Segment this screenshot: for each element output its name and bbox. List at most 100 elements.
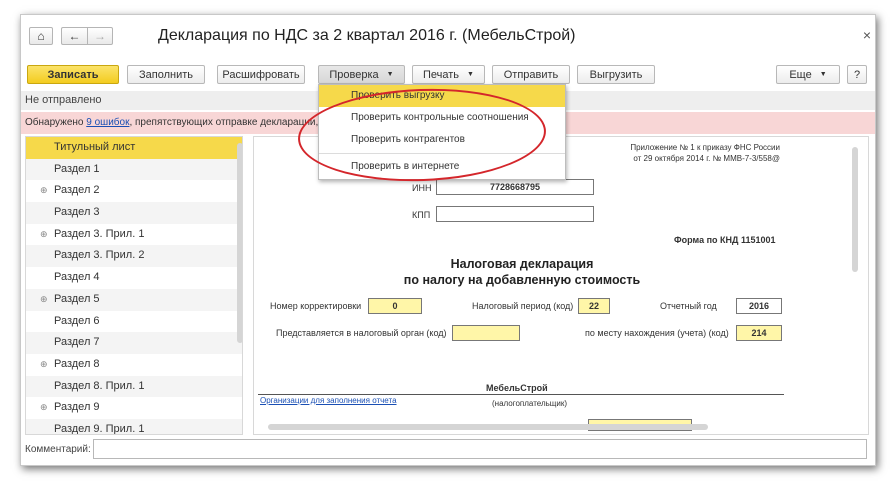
kpp-field[interactable] — [436, 206, 594, 222]
form-vertical-scrollbar[interactable] — [852, 147, 858, 272]
save-button-label: Записать — [47, 68, 99, 81]
menu-item-check-online[interactable]: Проверить в интернете — [319, 156, 565, 178]
tree-item-label: Раздел 3. Прил. 2 — [54, 249, 145, 262]
organization-name: МебельСтрой — [486, 383, 548, 393]
home-button[interactable]: ⌂ — [29, 27, 53, 45]
tree-item-section-1[interactable]: Раздел 1 — [26, 158, 242, 181]
menu-separator — [319, 153, 565, 154]
organization-underline — [258, 394, 784, 395]
save-button[interactable]: Записать — [27, 65, 119, 84]
tree-item-title-page[interactable]: Титульный лист — [26, 137, 242, 159]
back-button[interactable]: ← — [61, 27, 87, 45]
title-bar: ⌂ ← → Декларация по НДС за 2 квартал 201… — [21, 15, 875, 59]
window-title: Декларация по НДС за 2 квартал 2016 г. (… — [158, 27, 576, 44]
forward-button[interactable]: → — [87, 27, 113, 45]
tree-item-label: Раздел 9. Прил. 1 — [54, 422, 145, 435]
tree-item-section-3-app-1[interactable]: ⊕ Раздел 3. Прил. 1 — [26, 224, 242, 246]
tree-item-label: Раздел 4 — [54, 271, 100, 284]
tree-scrollbar[interactable] — [237, 143, 242, 343]
expand-icon[interactable]: ⊕ — [40, 224, 48, 246]
tree-item-label: Раздел 8 — [54, 357, 100, 370]
error-suffix: , препятствующих отправке декларации, и — [129, 117, 327, 128]
tree-item-section-3-app-2[interactable]: Раздел 3. Прил. 2 — [26, 245, 242, 268]
tree-item-label: Раздел 9 — [54, 401, 100, 414]
period-field[interactable]: 22 — [578, 298, 610, 314]
menu-item-check-control-ratios[interactable]: Проверить контрольные соотношения — [319, 107, 565, 129]
tree-item-section-2[interactable]: ⊕ Раздел 2 — [26, 180, 242, 202]
location-field[interactable]: 214 — [736, 325, 782, 341]
fill-button[interactable]: Заполнить — [127, 65, 205, 84]
year-label: Отчетный год — [660, 301, 717, 311]
correction-field[interactable]: 0 — [368, 298, 422, 314]
expand-icon[interactable]: ⊕ — [40, 289, 48, 311]
chevron-down-icon: ▼ — [819, 71, 827, 78]
correction-label: Номер корректировки — [270, 301, 362, 311]
decode-button-label: Расшифровать — [222, 68, 300, 81]
close-icon[interactable]: × — [863, 27, 871, 43]
tree-item-label: Раздел 1 — [54, 162, 100, 175]
expand-icon[interactable]: ⊕ — [40, 354, 48, 376]
form-horizontal-scrollbar[interactable] — [268, 424, 708, 430]
comment-label: Комментарий: — [25, 444, 91, 455]
tree-item-section-9-app-1[interactable]: Раздел 9. Прил. 1 — [26, 418, 242, 435]
tree-item-section-6[interactable]: Раздел 6 — [26, 311, 242, 333]
more-button[interactable]: Еще ▼ — [776, 65, 840, 84]
tree-item-section-7[interactable]: Раздел 7 — [26, 332, 242, 354]
kpp-label: КПП — [412, 210, 431, 220]
error-prefix: Обнаружено — [25, 117, 87, 128]
tree-item-label: Раздел 5 — [54, 292, 100, 305]
check-dropdown-menu: Проверить выгрузку Проверить контрольные… — [318, 84, 566, 180]
authority-label: Представляется в налоговый орган (код) — [276, 328, 447, 338]
expand-icon[interactable]: ⊕ — [40, 397, 48, 419]
appendix-line-2: от 29 октября 2014 г. № ММВ-7-3/558@ — [633, 154, 780, 163]
location-label: по месту нахождения (учета) (код) — [585, 328, 729, 338]
check-button[interactable]: Проверка ▼ — [318, 65, 405, 84]
send-button-label: Отправить — [503, 68, 559, 81]
period-label: Налоговый период (код) — [472, 301, 574, 311]
inn-field[interactable]: 7728668795 — [436, 179, 594, 195]
print-button-label: Печать — [423, 68, 460, 81]
help-icon: ? — [853, 68, 861, 81]
authority-field[interactable] — [452, 325, 520, 341]
print-button[interactable]: Печать ▼ — [412, 65, 485, 84]
tree-item-section-9[interactable]: ⊕ Раздел 9 — [26, 397, 242, 419]
tree-item-section-5[interactable]: ⊕ Раздел 5 — [26, 288, 242, 311]
taxpayer-label: (налогоплательщик) — [492, 399, 568, 408]
tree-item-label: Титульный лист — [54, 141, 136, 153]
organization-link[interactable]: Организации для заполнения отчета — [260, 396, 397, 405]
tree-item-label: Раздел 2 — [54, 184, 100, 197]
home-icon: ⌂ — [37, 29, 45, 43]
tree-item-section-3[interactable]: Раздел 3 — [26, 202, 242, 224]
help-button[interactable]: ? — [847, 65, 867, 84]
chevron-down-icon: ▼ — [386, 71, 394, 78]
year-field[interactable]: 2016 — [736, 298, 782, 314]
toolbar: Записать Заполнить Расшифровать Проверка… — [21, 63, 875, 85]
menu-item-check-counterparties[interactable]: Проверить контрагентов — [319, 129, 565, 151]
section-tree: Титульный лист Раздел 1 ⊕ Раздел 2 Раздел… — [25, 136, 243, 435]
inn-label: ИНН — [412, 183, 432, 193]
send-status: Не отправлено — [25, 94, 102, 106]
declaration-window: ⌂ ← → Декларация по НДС за 2 квартал 201… — [20, 14, 876, 466]
comment-input[interactable] — [93, 439, 867, 459]
tree-item-section-8-app-1[interactable]: Раздел 8. Прил. 1 — [26, 375, 242, 398]
send-button[interactable]: Отправить — [492, 65, 570, 84]
tree-item-label: Раздел 7 — [54, 336, 100, 349]
declaration-form: Приложение № 1 к приказу ФНС России от 2… — [253, 136, 869, 435]
knd-form-code: Форма по КНД 1151001 — [674, 235, 776, 245]
chevron-down-icon: ▼ — [467, 71, 474, 78]
menu-item-check-export[interactable]: Проверить выгрузку — [319, 85, 565, 107]
appendix-line-1: Приложение № 1 к приказу ФНС России — [630, 143, 780, 152]
tree-item-section-8[interactable]: ⊕ Раздел 8 — [26, 354, 242, 376]
export-button-label: Выгрузить — [589, 68, 643, 81]
arrow-right-icon: → — [94, 29, 106, 43]
form-heading-line-1: Налоговая декларация — [450, 257, 594, 271]
check-button-label: Проверка — [329, 68, 379, 81]
decode-button[interactable]: Расшифровать — [217, 65, 305, 84]
tree-item-section-4[interactable]: Раздел 4 — [26, 267, 242, 289]
tree-item-label: Раздел 8. Прил. 1 — [54, 379, 145, 392]
export-button[interactable]: Выгрузить — [577, 65, 655, 84]
expand-icon[interactable]: ⊕ — [40, 180, 48, 202]
tree-item-label: Раздел 3 — [54, 206, 100, 219]
more-button-label: Еще — [789, 68, 812, 81]
errors-link[interactable]: 9 ошибок — [86, 117, 129, 128]
